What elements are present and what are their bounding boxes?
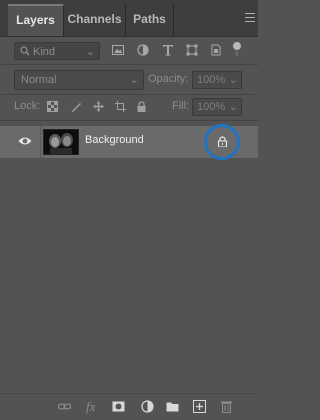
eye-icon[interactable] — [18, 136, 32, 146]
blend-mode-select[interactable]: Normal ⌄ — [14, 70, 144, 90]
shape-filter-icon[interactable] — [186, 44, 198, 56]
group-folder-icon[interactable] — [166, 400, 179, 413]
blend-mode-value: Normal — [21, 74, 57, 86]
tab-channels[interactable]: Channels — [64, 4, 126, 36]
fill-value: 100% — [197, 101, 226, 113]
link-layers-icon[interactable] — [58, 400, 71, 413]
layer-name: Background — [85, 134, 144, 146]
opacity-value: 100% — [197, 74, 226, 86]
divider — [0, 120, 258, 121]
tab-paths[interactable]: Paths — [126, 4, 174, 36]
filter-toggle-icon[interactable] — [232, 41, 242, 57]
kind-filter-select[interactable]: Kind ⌄ — [14, 42, 100, 60]
search-icon — [20, 46, 30, 56]
kind-label: Kind — [33, 46, 56, 58]
opacity-field[interactable]: 100% ⌄ — [192, 71, 242, 89]
lock-artboard-icon[interactable] — [115, 101, 126, 112]
chevron-down-icon: ⌄ — [129, 74, 139, 86]
smart-object-filter-icon[interactable] — [210, 44, 222, 56]
lock-transparent-icon[interactable] — [47, 101, 58, 112]
fill-field[interactable]: 100% ⌄ — [192, 98, 242, 116]
chevron-down-icon: ⌄ — [85, 46, 95, 58]
lock-position-icon[interactable] — [93, 101, 104, 112]
trash-icon[interactable] — [220, 400, 233, 413]
panel-tab-bar: Layers Channels Paths — [0, 0, 258, 37]
opacity-label: Opacity: — [148, 73, 189, 85]
fill-label: Fill: — [172, 100, 190, 112]
layer-lock-icon[interactable] — [217, 136, 228, 147]
panel-footer: fx — [0, 393, 258, 420]
tab-layers[interactable]: Layers — [8, 4, 64, 36]
chevron-down-icon[interactable]: ⌄ — [229, 72, 238, 88]
lock-all-icon[interactable] — [136, 101, 147, 112]
panel-menu-icon[interactable] — [245, 13, 255, 22]
fx-icon[interactable]: fx — [86, 399, 99, 414]
lock-label: Lock: — [14, 100, 41, 112]
adjustment-layer-icon[interactable] — [141, 400, 154, 413]
adjustment-filter-icon[interactable] — [137, 44, 149, 56]
add-mask-icon[interactable] — [112, 400, 125, 413]
layer-thumbnail — [43, 129, 79, 155]
type-filter-icon[interactable] — [162, 44, 174, 56]
pixel-filter-icon[interactable] — [112, 44, 124, 56]
divider — [0, 64, 258, 65]
divider — [0, 94, 258, 95]
lock-image-icon[interactable] — [71, 101, 82, 112]
divider — [40, 126, 41, 158]
chevron-down-icon[interactable]: ⌄ — [229, 99, 238, 115]
new-layer-icon[interactable] — [193, 400, 206, 413]
